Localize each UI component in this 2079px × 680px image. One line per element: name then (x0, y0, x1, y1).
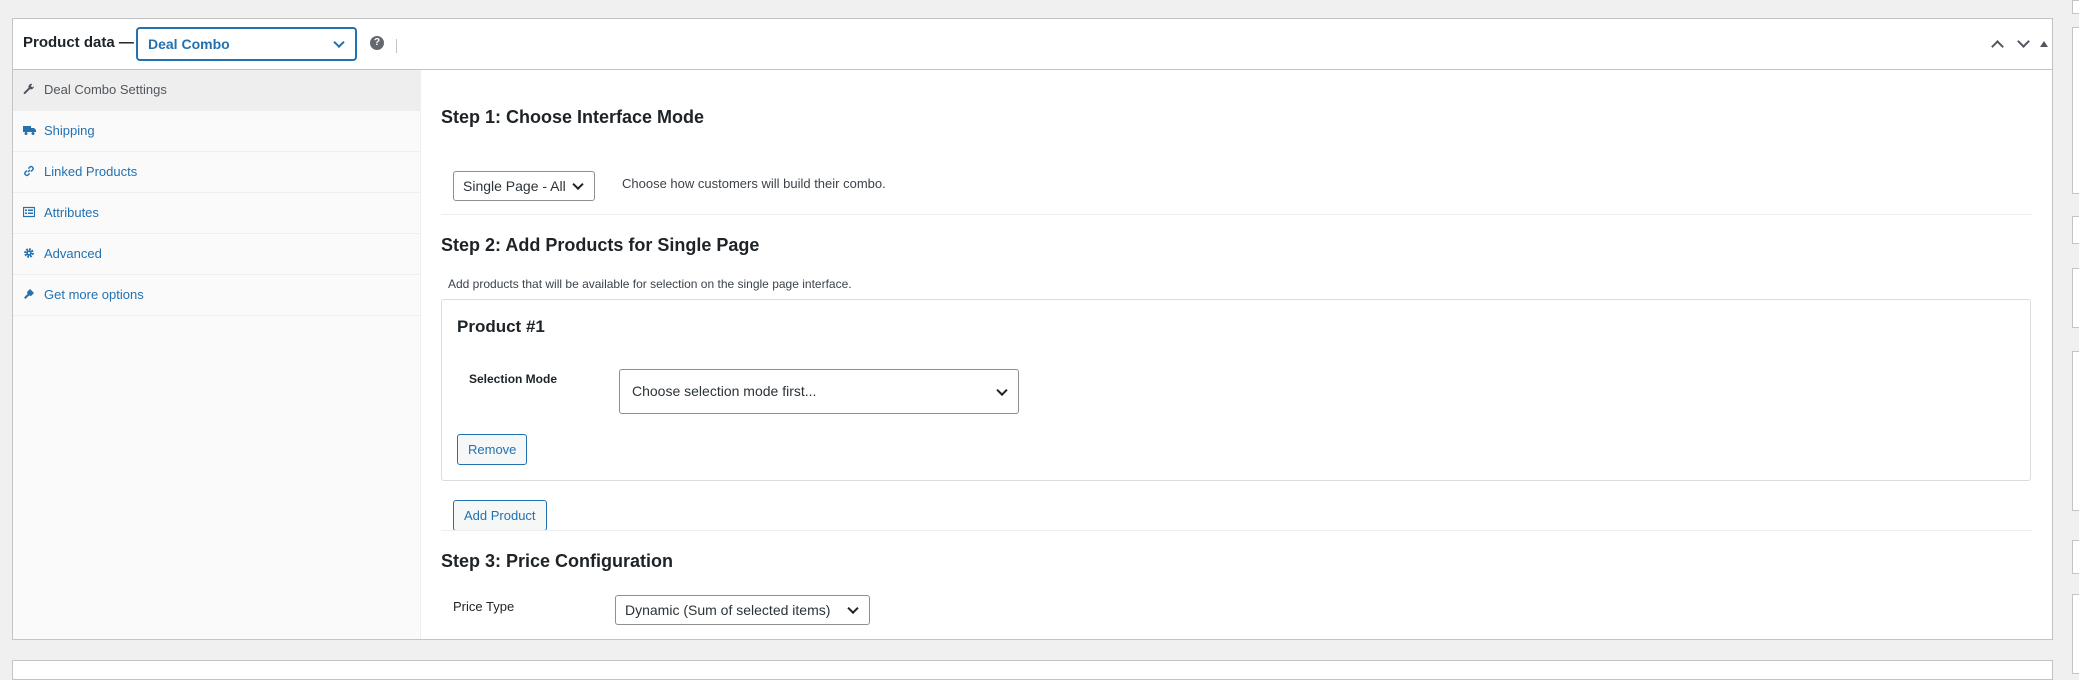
tab-label: Advanced (44, 246, 102, 261)
link-icon (23, 165, 35, 177)
price-type-select[interactable]: Dynamic (Sum of selected items) (615, 595, 870, 625)
header-divider (396, 39, 397, 53)
tab-deal-combo-settings[interactable]: Deal Combo Settings (13, 70, 420, 111)
product-item: Product #1 Selection Mode Choose selecti… (441, 299, 2031, 481)
tab-label: Shipping (44, 123, 95, 138)
tab-attributes[interactable]: Attributes (13, 193, 420, 234)
gear-icon (23, 247, 35, 259)
move-up-icon[interactable] (1990, 37, 2004, 51)
price-type-value: Dynamic (Sum of selected items) (625, 602, 831, 618)
chevron-down-icon (572, 178, 584, 191)
interface-mode-select[interactable]: Single Page - All (453, 171, 595, 201)
interface-mode-help: Choose how customers will build their co… (622, 176, 886, 191)
step3-heading: Step 3: Price Configuration (441, 551, 674, 571)
right-column-box (2072, 0, 2079, 14)
selection-mode-label: Selection Mode (469, 372, 558, 386)
deal-combo-settings-panel: Step 1: Choose Interface Mode Single Pag… (421, 70, 2052, 639)
next-metabox (12, 660, 2053, 680)
product-data-panel: Product data — Deal Combo ? Deal Combo S… (12, 18, 2053, 640)
price-type-label: Price Type (453, 599, 515, 614)
right-column-box (2072, 216, 2079, 244)
product-data-tabs: Deal Combo Settings Shipping Linked Prod… (13, 70, 421, 639)
right-column-box (2072, 594, 2079, 674)
chevron-down-icon (333, 36, 345, 49)
chevron-down-icon (847, 602, 859, 615)
selection-mode-value: Choose selection mode first... (632, 383, 817, 399)
truck-icon (23, 124, 36, 136)
interface-mode-value: Single Page - All (463, 178, 566, 194)
add-product-button[interactable]: Add Product (453, 500, 547, 531)
remove-product-button[interactable]: Remove (457, 434, 528, 465)
step2-description: Add products that will be available for … (448, 277, 852, 291)
list-icon (22, 206, 36, 218)
product-type-select[interactable]: Deal Combo (137, 28, 356, 60)
right-column-box (2072, 27, 2079, 194)
right-column-box (2072, 351, 2079, 511)
tab-label: Deal Combo Settings (44, 82, 167, 97)
plugin-icon (23, 288, 35, 300)
tab-advanced[interactable]: Advanced (13, 234, 420, 275)
tab-label: Linked Products (44, 164, 138, 179)
product-type-value: Deal Combo (148, 36, 230, 52)
step1-heading: Step 1: Choose Interface Mode (441, 107, 705, 127)
product-title: Product #1 (457, 317, 545, 336)
section-divider (441, 214, 2032, 215)
step2-heading: Step 2: Add Products for Single Page (441, 235, 760, 255)
section-divider (441, 530, 2032, 531)
chevron-down-icon (996, 384, 1008, 396)
selection-mode-select[interactable]: Choose selection mode first... (619, 369, 1019, 414)
collapse-toggle-icon[interactable] (2037, 37, 2051, 51)
wrench-icon (23, 83, 35, 95)
right-column-box (2072, 540, 2079, 574)
tab-label: Get more options (44, 287, 144, 302)
tab-label: Attributes (44, 205, 99, 220)
panel-header: Product data — Deal Combo ? (13, 19, 2052, 70)
help-icon[interactable]: ? (370, 36, 384, 50)
right-column-box (2072, 268, 2079, 328)
tab-linked-products[interactable]: Linked Products (13, 152, 420, 193)
panel-title: Product data — (23, 34, 134, 51)
move-down-icon[interactable] (2016, 37, 2030, 51)
tab-get-more-options[interactable]: Get more options (13, 275, 420, 316)
tab-shipping[interactable]: Shipping (13, 111, 420, 152)
